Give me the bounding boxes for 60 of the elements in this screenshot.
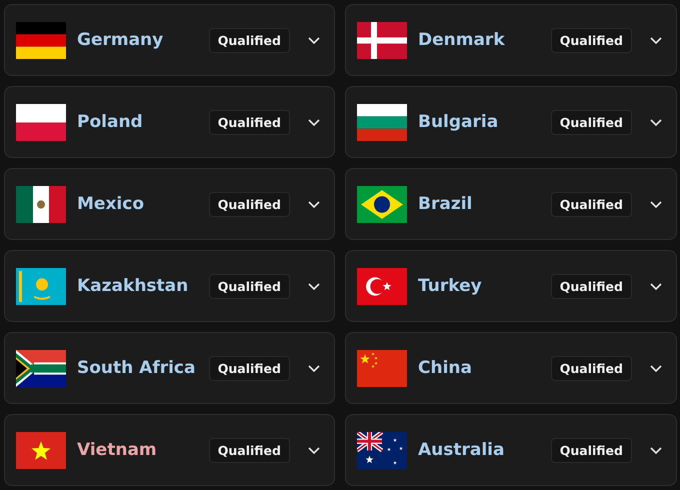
country-name: Denmark [418, 30, 506, 50]
status-badge: Qualified [550, 28, 632, 52]
country-name: Australia [418, 440, 506, 460]
flag-icon [16, 186, 66, 222]
country-name: Turkey [418, 276, 483, 296]
status-badge: Qualified [550, 356, 632, 380]
chevron-down-icon[interactable] [308, 118, 320, 126]
flag-icon [357, 22, 407, 58]
country-name: Mexico [77, 194, 145, 214]
country-card[interactable]: China Qualified [345, 332, 677, 404]
chevron-down-icon[interactable] [308, 282, 320, 290]
country-name: Bulgaria [418, 112, 500, 132]
country-name: Germany [77, 30, 164, 50]
country-card[interactable]: Australia Qualified [345, 414, 677, 486]
country-card[interactable]: Turkey Qualified [345, 250, 677, 322]
country-name: Vietnam [77, 440, 158, 460]
country-card[interactable]: Poland Qualified [4, 86, 335, 158]
chevron-down-icon[interactable] [650, 36, 662, 44]
country-card[interactable]: Kazakhstan Qualified [4, 250, 335, 322]
chevron-down-icon[interactable] [650, 200, 662, 208]
country-card[interactable]: Bulgaria Qualified [345, 86, 677, 158]
status-badge: Qualified [208, 192, 290, 216]
flag-icon [357, 432, 407, 468]
country-card[interactable]: Mexico Qualified [4, 168, 335, 240]
flag-icon [16, 350, 66, 386]
chevron-down-icon[interactable] [650, 446, 662, 454]
country-card[interactable]: Denmark Qualified [345, 4, 677, 76]
flag-icon [16, 22, 66, 58]
chevron-down-icon[interactable] [650, 118, 662, 126]
status-badge: Qualified [550, 110, 632, 134]
country-name: Brazil [418, 194, 474, 214]
chevron-down-icon[interactable] [650, 282, 662, 290]
country-card[interactable]: Brazil Qualified [345, 168, 677, 240]
chevron-down-icon[interactable] [308, 446, 320, 454]
flag-icon [357, 350, 407, 386]
status-badge: Qualified [208, 274, 290, 298]
country-card[interactable]: Vietnam Qualified [4, 414, 335, 486]
status-badge: Qualified [550, 438, 632, 462]
status-badge: Qualified [550, 274, 632, 298]
country-card[interactable]: Germany Qualified [4, 4, 335, 76]
chevron-down-icon[interactable] [650, 364, 662, 372]
flag-icon [357, 268, 407, 304]
status-badge: Qualified [208, 438, 290, 462]
flag-icon [16, 268, 66, 304]
country-card[interactable]: South Africa Qualified [4, 332, 335, 404]
status-badge: Qualified [208, 356, 290, 380]
country-name: Poland [77, 112, 144, 132]
status-badge: Qualified [208, 110, 290, 134]
chevron-down-icon[interactable] [308, 364, 320, 372]
flag-icon [16, 104, 66, 140]
country-name: China [418, 358, 473, 378]
country-name: South Africa [77, 358, 196, 378]
chevron-down-icon[interactable] [308, 36, 320, 44]
country-name: Kazakhstan [77, 276, 190, 296]
status-badge: Qualified [208, 28, 290, 52]
status-badge: Qualified [550, 192, 632, 216]
flag-icon [16, 432, 66, 468]
chevron-down-icon[interactable] [308, 200, 320, 208]
flag-icon [357, 186, 407, 222]
flag-icon [357, 104, 407, 140]
